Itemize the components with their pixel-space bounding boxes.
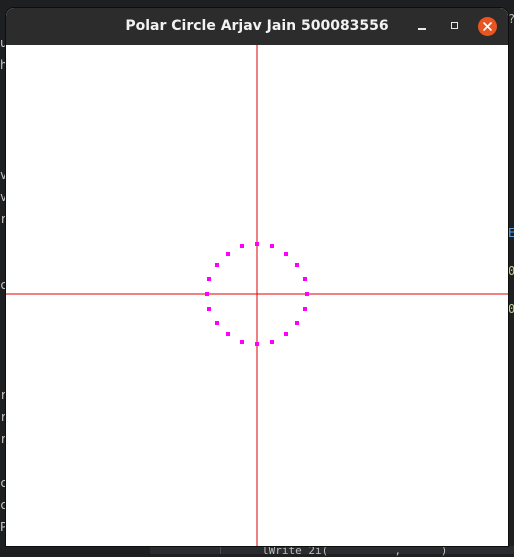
minimize-icon — [418, 28, 426, 30]
close-button[interactable] — [478, 17, 497, 36]
window-title: Polar Circle Arjav Jain 500083556 — [125, 18, 389, 34]
app-window: Polar Circle Arjav Jain 500083556 — [6, 8, 508, 546]
circle-point — [305, 292, 309, 296]
maximize-icon — [451, 22, 458, 29]
circle-point — [270, 244, 274, 248]
bg-fragment: E — [508, 226, 514, 240]
circle-point — [240, 244, 244, 248]
circle-point — [270, 340, 274, 344]
polar-circle-plot — [6, 45, 508, 546]
drawing-canvas[interactable] — [6, 45, 508, 546]
circle-point — [255, 242, 259, 246]
circle-point — [207, 277, 211, 281]
circle-point — [295, 263, 299, 267]
circle-point — [295, 321, 299, 325]
circle-point — [284, 252, 288, 256]
circle-point — [303, 277, 307, 281]
circle-point — [226, 252, 230, 256]
minimize-button[interactable] — [413, 17, 432, 36]
circle-point — [240, 340, 244, 344]
window-titlebar[interactable]: Polar Circle Arjav Jain 500083556 — [6, 8, 508, 45]
close-icon — [483, 22, 492, 31]
circle-point — [284, 332, 288, 336]
circle-point — [205, 292, 209, 296]
circle-point — [303, 307, 307, 311]
circle-point — [207, 307, 211, 311]
circle-point — [226, 332, 230, 336]
bg-fragment: 0 — [508, 302, 514, 316]
bg-editor-divider — [220, 546, 221, 554]
bg-fragment: 0 — [508, 264, 514, 278]
bg-fragment: ? — [508, 12, 514, 26]
maximize-button[interactable] — [446, 17, 465, 36]
circle-point — [255, 342, 259, 346]
circle-point — [215, 321, 219, 325]
circle-point — [215, 263, 219, 267]
